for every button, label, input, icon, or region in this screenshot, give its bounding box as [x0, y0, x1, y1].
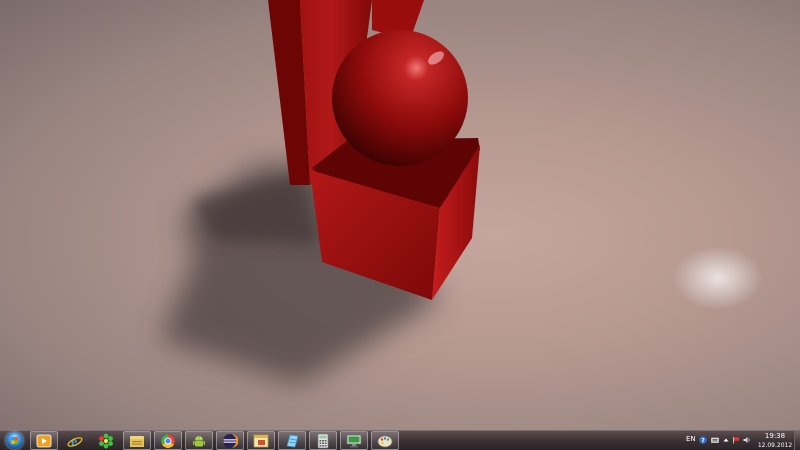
media-player-icon [36, 434, 52, 447]
eclipse-icon [223, 433, 238, 448]
taskbar-app-window[interactable] [247, 431, 275, 450]
taskbar-windows-explorer[interactable] [123, 431, 151, 450]
taskbar-internet-explorer[interactable]: e [61, 431, 89, 450]
taskbar-calculator[interactable] [309, 431, 337, 450]
taskbar-media-player[interactable] [30, 431, 58, 450]
notepad-icon [286, 434, 299, 447]
ie-icon: e [67, 435, 83, 449]
desktop[interactable] [0, 0, 800, 430]
taskbar-remote-desktop[interactable] [340, 431, 368, 450]
taskbar-notes[interactable] [278, 431, 306, 450]
monitor-icon [346, 434, 362, 447]
start-button[interactable] [1, 431, 27, 450]
show-desktop-button[interactable] [794, 431, 800, 450]
taskbar-google-chrome[interactable] [154, 431, 182, 450]
clock-time: 19:38 [764, 432, 786, 440]
keyboard-icon[interactable] [711, 436, 719, 444]
taskbar: e EN ? 19:38 12.09.2012 [0, 430, 800, 450]
show-hidden-icons-icon[interactable] [722, 436, 730, 444]
icq-flower-icon [99, 433, 113, 448]
volume-icon[interactable] [743, 436, 751, 444]
wallpaper-3d-render [160, 0, 763, 385]
language-indicator[interactable]: EN [686, 435, 696, 443]
help-icon[interactable]: ? [699, 436, 707, 444]
svg-text:?: ? [701, 438, 705, 445]
clock-date: 12.09.2012 [757, 442, 793, 449]
taskbar-paint[interactable] [371, 431, 399, 450]
chrome-icon [161, 433, 175, 448]
folder-icon [130, 435, 144, 447]
paint-palette-icon [377, 435, 393, 447]
system-clock[interactable]: 19:38 12.09.2012 [752, 432, 798, 450]
action-center-flag-icon[interactable] [732, 436, 740, 444]
calculator-icon [317, 433, 329, 448]
svg-text:e: e [71, 435, 77, 449]
taskbar-android[interactable] [185, 431, 213, 450]
taskbar-eclipse[interactable] [216, 431, 244, 450]
taskbar-icq[interactable] [92, 431, 120, 450]
windows-start-orb-icon [5, 432, 23, 449]
android-icon [193, 435, 205, 446]
app-window-icon [253, 434, 269, 447]
